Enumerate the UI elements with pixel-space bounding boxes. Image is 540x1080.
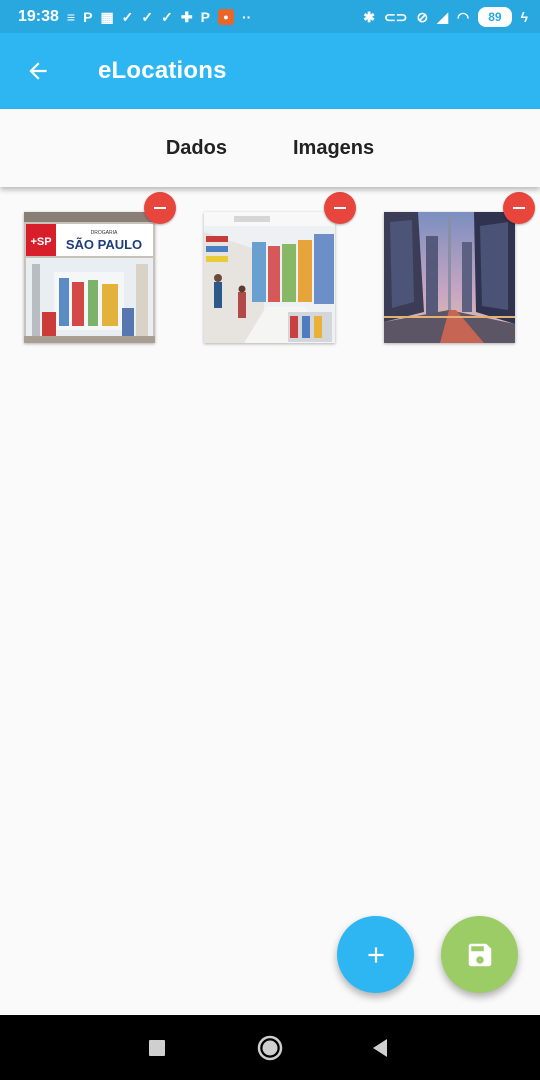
image-thumbnail-interior[interactable]: [204, 212, 335, 343]
minus-icon: [513, 206, 525, 210]
remove-image-button[interactable]: [324, 192, 356, 224]
tab-dados[interactable]: Dados: [166, 137, 227, 160]
grid-app-icon: ▦: [100, 8, 114, 25]
image-thumbnail-avenue[interactable]: [384, 212, 515, 343]
toggle-icon: ⊂⊃: [384, 8, 408, 25]
signal-icon: ◢: [437, 8, 448, 25]
battery-icon: 89: [478, 6, 512, 27]
puzzle-icon: ✚: [180, 8, 193, 25]
remove-image-button[interactable]: [144, 192, 176, 224]
arrow-back-icon: [29, 62, 47, 80]
floppy-disk-icon: [468, 943, 491, 966]
sign-top: DROGARIA: [91, 230, 118, 236]
recent-apps-icon: [149, 1039, 165, 1056]
page-title: eLocations: [98, 57, 227, 84]
interior-image: [204, 212, 335, 343]
system-nav-bar: [0, 1015, 540, 1080]
back-button[interactable]: [0, 33, 76, 109]
recent-apps-button[interactable]: [127, 1015, 187, 1080]
storefront-image: +SP DROGARIA SÃO PAULO: [24, 212, 155, 343]
save-button[interactable]: [441, 916, 518, 993]
bluetooth-icon: ✱: [363, 8, 376, 25]
home-button[interactable]: [240, 1015, 300, 1080]
add-image-button[interactable]: [337, 916, 414, 993]
tab-imagens[interactable]: Imagens: [293, 137, 374, 160]
p-app-icon: P: [83, 8, 93, 25]
alarm-off-icon: ⊘: [416, 8, 429, 25]
remove-image-button[interactable]: [503, 192, 535, 224]
wifi-icon: ◠: [457, 8, 470, 25]
plus-icon: [367, 946, 384, 963]
app-bar: eLocations: [0, 33, 540, 109]
check-icon: ✓: [161, 8, 173, 25]
home-icon: [257, 1035, 283, 1060]
data-speed-icon: ≡: [66, 8, 76, 25]
status-bar: 19:38 ≡ P ▦ ✓ ✓ ✓ ✚ P ● ·· ✱ ⊂⊃ ⊘ ◢ ◠ 89…: [0, 0, 540, 33]
sign-main: SÃO PAULO: [66, 237, 142, 252]
status-time: 19:38: [18, 7, 59, 25]
minus-icon: [334, 206, 346, 210]
avenue-image: [384, 212, 515, 343]
check-icon: ✓: [141, 8, 154, 25]
app-badge-icon: ●: [217, 8, 234, 25]
back-triangle-icon: [373, 1038, 387, 1057]
tab-bar: Dados Imagens: [0, 109, 540, 187]
minus-icon: [154, 206, 166, 210]
charging-icon: ϟ: [520, 8, 528, 25]
check-icon: ✓: [121, 8, 134, 25]
image-thumbnail-storefront[interactable]: +SP DROGARIA SÃO PAULO: [24, 212, 155, 343]
sign-short: +SP: [30, 236, 51, 248]
nav-back-button[interactable]: [350, 1015, 410, 1080]
more-dots-icon: ··: [241, 8, 252, 25]
p-app-icon: P: [200, 8, 210, 25]
